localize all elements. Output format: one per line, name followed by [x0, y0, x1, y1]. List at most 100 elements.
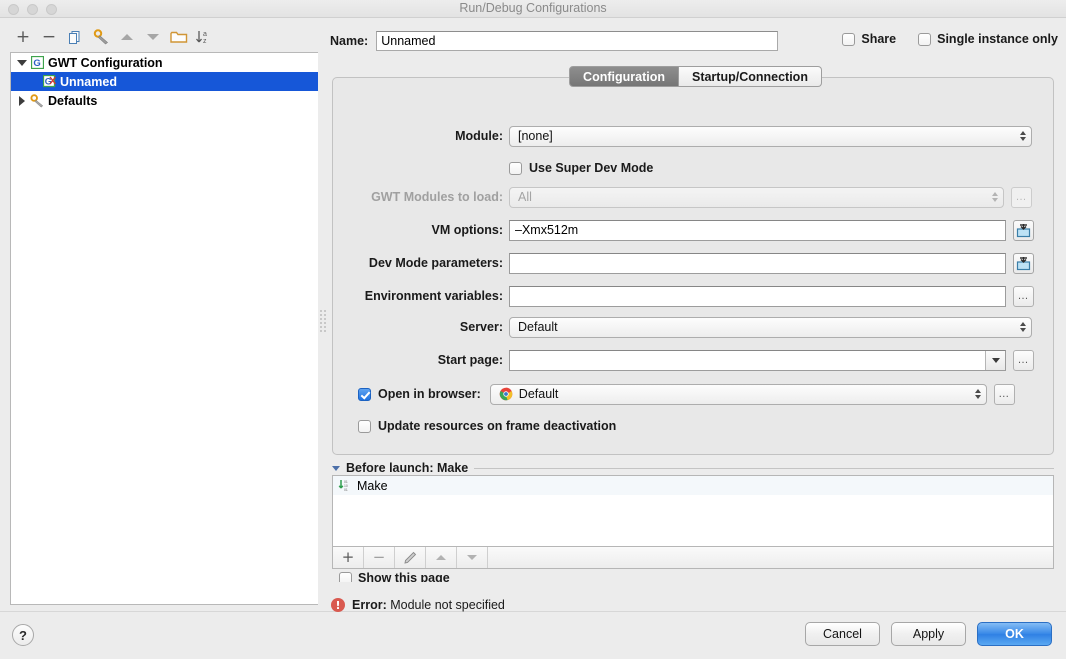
wrench-icon — [93, 29, 108, 45]
separator-line — [474, 467, 1054, 469]
before-launch-list[interactable]: 01 10 01 Make — [332, 475, 1054, 547]
chevron-down-icon[interactable] — [332, 465, 340, 471]
start-page-dropdown-button[interactable] — [985, 350, 1005, 370]
server-row: Server: Default — [332, 316, 1054, 338]
tree-item-label: Defaults — [48, 93, 98, 108]
environment-variables-label: Environment variables: — [364, 289, 503, 303]
move-up-button[interactable] — [116, 26, 138, 48]
vm-options-expand-button[interactable] — [1013, 219, 1034, 241]
pencil-icon — [404, 551, 417, 564]
copy-configuration-button[interactable] — [64, 26, 86, 48]
list-item[interactable]: 01 10 01 Make — [333, 476, 1053, 495]
chevron-down-icon — [991, 357, 1000, 363]
stepper-icon — [1020, 322, 1026, 332]
show-this-page-label: Show this page — [358, 571, 450, 582]
remove-task-button[interactable]: − — [364, 547, 395, 568]
tree-item-defaults[interactable]: Defaults — [11, 91, 319, 110]
apply-button[interactable]: Apply — [891, 622, 966, 646]
move-task-up-button[interactable] — [426, 547, 457, 568]
remove-configuration-button[interactable]: − — [38, 26, 60, 48]
update-resources-checkbox[interactable] — [358, 419, 371, 433]
super-dev-mode-label: Use Super Dev Mode — [529, 161, 654, 175]
start-page-browse-button[interactable]: … — [1013, 349, 1034, 371]
server-label: Server: — [459, 320, 503, 334]
help-button[interactable]: ? — [12, 624, 34, 646]
update-resources-label: Update resources on frame deactivation — [378, 419, 617, 433]
arrow-down-icon — [147, 34, 159, 40]
ellipsis-icon: … — [1015, 191, 1028, 203]
move-task-down-button[interactable] — [457, 547, 488, 568]
dialog-buttons: Cancel Apply OK — [805, 622, 1052, 646]
show-this-page-row[interactable]: Show this page — [339, 571, 1054, 582]
gwt-run-icon: G — [41, 75, 57, 88]
show-this-page-checkbox[interactable] — [339, 571, 352, 582]
window-title: Run/Debug Configurations — [459, 1, 607, 15]
minus-icon: − — [41, 26, 57, 47]
open-in-browser-row: Open in browser: Default … — [332, 383, 1054, 405]
error-icon: ! — [331, 598, 345, 612]
svg-text:01: 01 — [344, 488, 348, 492]
start-page-label: Start page: — [437, 353, 503, 367]
error-text: Error: Module not specified — [352, 598, 505, 612]
gwt-modules-browse-button: … — [1011, 186, 1032, 208]
tab-startup-connection[interactable]: Startup/Connection — [678, 66, 822, 87]
chevron-down-icon — [17, 59, 27, 66]
list-item-label: Make — [357, 478, 388, 493]
module-row: Module: [none] — [332, 125, 1054, 147]
browser-settings-button[interactable]: … — [993, 383, 1015, 405]
configurations-tree[interactable]: G GWT Configuration G Unnamed Defaults — [10, 52, 320, 605]
vm-options-input[interactable]: –Xmx512m — [509, 219, 1006, 241]
new-folder-button[interactable] — [168, 26, 190, 48]
configuration-editor-pane: Name: Share Single instance only Configu… — [325, 22, 1066, 612]
expand-toggle[interactable] — [15, 95, 29, 106]
editor-tabs: Configuration Startup/Connection — [325, 66, 1066, 87]
open-in-browser-checkbox[interactable] — [358, 387, 371, 401]
plus-icon: + — [15, 26, 31, 47]
module-combo[interactable]: [none] — [509, 125, 1032, 147]
before-launch-header: Before launch: Make — [332, 461, 1054, 475]
bottom-separator — [0, 611, 1066, 612]
start-page-combo[interactable] — [509, 349, 1006, 371]
add-task-button[interactable]: + — [333, 547, 364, 568]
edit-templates-button[interactable] — [90, 26, 112, 48]
sort-configurations-button[interactable]: a z — [193, 26, 215, 48]
gwt-modules-row: GWT Modules to load: All … — [332, 186, 1054, 208]
expand-macro-icon — [1016, 256, 1031, 270]
svg-text:a: a — [203, 31, 207, 38]
dev-mode-parameters-input[interactable] — [509, 252, 1006, 274]
configurations-toolbar: + − a z — [6, 26, 316, 50]
ellipsis-icon: … — [1017, 354, 1030, 366]
server-combo[interactable]: Default — [509, 316, 1032, 338]
environment-variables-input[interactable] — [509, 285, 1006, 307]
wrench-icon — [29, 93, 45, 108]
stepper-icon — [1020, 131, 1026, 141]
environment-variables-browse-button[interactable]: … — [1013, 285, 1034, 307]
expand-toggle[interactable] — [15, 59, 29, 66]
plus-icon: + — [341, 548, 355, 566]
tree-item-gwt-configuration[interactable]: G GWT Configuration — [11, 53, 319, 72]
ok-button[interactable]: OK — [977, 622, 1052, 646]
chevron-right-icon — [19, 95, 25, 106]
update-resources-row: Update resources on frame deactivation — [332, 415, 1054, 437]
make-icon: 01 10 01 — [338, 479, 352, 492]
move-down-button[interactable] — [142, 26, 164, 48]
tree-item-label: Unnamed — [60, 74, 117, 89]
module-value: [none] — [518, 129, 553, 143]
browser-combo[interactable]: Default — [489, 383, 987, 405]
folder-icon — [170, 31, 188, 43]
panel-splitter[interactable] — [318, 22, 326, 612]
gwt-modules-combo: All — [509, 186, 1004, 208]
cancel-button[interactable]: Cancel — [805, 622, 880, 646]
run-debug-configurations-dialog: Run/Debug Configurations + − a z G GWT C… — [0, 0, 1066, 659]
tab-configuration[interactable]: Configuration — [569, 66, 679, 87]
super-dev-mode-checkbox[interactable] — [509, 161, 522, 175]
start-page-row: Start page: … — [332, 349, 1054, 371]
vm-options-label: VM options: — [431, 223, 503, 237]
arrow-up-icon — [436, 555, 446, 560]
environment-variables-row: Environment variables: … — [332, 285, 1054, 307]
status-error: ! Error: Module not specified — [331, 598, 505, 612]
add-configuration-button[interactable]: + — [12, 26, 34, 48]
dev-mode-parameters-expand-button[interactable] — [1013, 252, 1034, 274]
tree-item-unnamed[interactable]: G Unnamed — [11, 72, 319, 91]
edit-task-button[interactable] — [395, 547, 426, 568]
